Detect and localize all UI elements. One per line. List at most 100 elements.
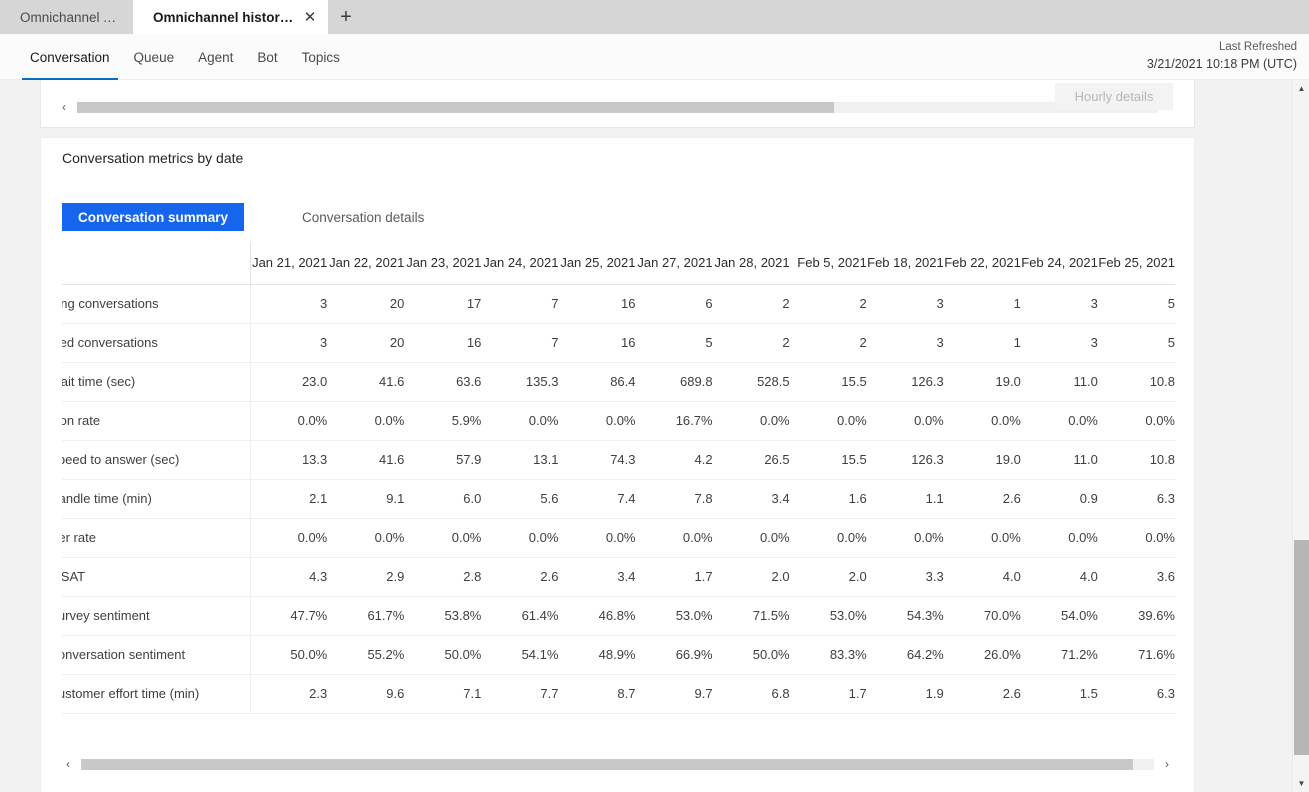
table-cell: 26.0% xyxy=(943,635,1021,675)
table-cell: 41.6 xyxy=(327,440,405,480)
last-refreshed: Last Refreshed 3/21/2021 10:18 PM (UTC) xyxy=(1147,39,1297,73)
table-cell: 16 xyxy=(404,323,482,363)
browser-tab-title: Omnichannel Age... xyxy=(20,9,121,25)
table-cell: 2 xyxy=(712,284,790,324)
close-icon[interactable]: ✕ xyxy=(300,7,320,27)
plus-icon[interactable]: + xyxy=(328,0,364,34)
table-cell: 126.3 xyxy=(866,440,944,480)
nav-tab-label: Conversation xyxy=(30,49,110,65)
column-header-date: Jan 28, 2021 xyxy=(712,242,790,285)
chevron-right-icon[interactable]: › xyxy=(1154,753,1180,775)
chevron-left-icon[interactable]: ‹ xyxy=(51,96,77,118)
table-cell: 53.0% xyxy=(789,596,867,636)
hscroll-thumb[interactable] xyxy=(77,101,834,113)
table-cell: 16 xyxy=(558,323,636,363)
metrics-table-hscrollbar[interactable]: ‹ › xyxy=(55,753,1180,775)
pivot-conversation-summary[interactable]: Conversation summary xyxy=(62,203,244,231)
table-cell: 1.9 xyxy=(866,674,944,714)
table-cell: 5 xyxy=(1097,323,1175,363)
table-cell: 71.2% xyxy=(1020,635,1098,675)
table-cell: 0.0% xyxy=(558,518,636,558)
table-cell: 10.8 xyxy=(1097,440,1175,480)
browser-tab-strip: Omnichannel Age... Omnichannel historica… xyxy=(0,0,1309,34)
table-cell: 3 xyxy=(250,284,328,324)
table-cell: 5.6 xyxy=(481,479,559,519)
nav-tab-label: Bot xyxy=(257,49,278,65)
table-cell: 1.7 xyxy=(789,674,867,714)
metrics-table-scroll-area: Jan 21, 2021 Jan 22, 2021 Jan 23, 2021 Jan … xyxy=(62,242,1175,767)
conversation-metrics-card: Conversation metrics by date Hourly deta… xyxy=(40,83,1195,792)
hscroll-track[interactable] xyxy=(77,101,1158,113)
table-cell: 0.0% xyxy=(250,401,328,441)
browser-tab-active[interactable]: Omnichannel historical an... ✕ xyxy=(133,0,328,34)
table-cell: 50.0% xyxy=(250,635,328,675)
tab-bot[interactable]: Bot xyxy=(245,34,289,80)
chevron-up-icon[interactable]: ▲ xyxy=(1293,80,1309,97)
table-cell: 3.4 xyxy=(712,479,790,519)
table-cell: 0.0% xyxy=(1020,401,1098,441)
tab-queue[interactable]: Queue xyxy=(122,34,187,80)
hourly-details-button[interactable]: Hourly details xyxy=(1055,83,1173,110)
column-header-date: Feb 18, 2021 xyxy=(866,242,944,285)
table-cell: 3.4 xyxy=(558,557,636,597)
table-cell: 3.6 xyxy=(1097,557,1175,597)
table-cell: 1 xyxy=(943,284,1021,324)
column-header-date: Feb 25, 2021 xyxy=(1097,242,1175,285)
table-cell: 4.3 xyxy=(250,557,328,597)
table-cell: 2 xyxy=(789,323,867,363)
table-cell: 7.7 xyxy=(481,674,559,714)
table-row: Transfer rate0.0%0.0%0.0%0.0%0.0%0.0%0.0… xyxy=(62,518,1175,558)
table-cell: 1.5 xyxy=(1020,674,1098,714)
tab-topics[interactable]: Topics xyxy=(290,34,352,80)
table-cell: 64.2% xyxy=(866,635,944,675)
browser-tab-inactive[interactable]: Omnichannel Age... xyxy=(0,0,133,34)
row-header-metric: Avg. customer effort time (min) xyxy=(62,674,251,714)
table-cell: 70.0% xyxy=(943,596,1021,636)
pivot-conversation-details[interactable]: Conversation details xyxy=(284,203,442,231)
chevron-down-icon[interactable]: ▼ xyxy=(1293,775,1309,792)
table-cell: 54.0% xyxy=(1020,596,1098,636)
hscroll-track[interactable] xyxy=(81,758,1154,770)
table-cell: 39.6% xyxy=(1097,596,1175,636)
table-cell: 54.1% xyxy=(481,635,559,675)
table-cell: 5.9% xyxy=(404,401,482,441)
table-cell: 126.3 xyxy=(866,362,944,402)
column-header-date: Jan 21, 2021 xyxy=(250,242,328,285)
table-cell: 689.8 xyxy=(635,362,713,402)
row-header-metric: Engaged conversations xyxy=(62,323,251,363)
table-cell: 2.6 xyxy=(943,674,1021,714)
table-cell: 0.0% xyxy=(1097,401,1175,441)
table-cell: 2.1 xyxy=(250,479,328,519)
row-header-metric: Avg. conversation sentiment xyxy=(62,635,251,675)
table-cell: 7 xyxy=(481,284,559,324)
hscroll-thumb[interactable] xyxy=(81,758,1133,770)
table-cell: 15.5 xyxy=(789,362,867,402)
table-cell: 5 xyxy=(635,323,713,363)
table-cell: 26.5 xyxy=(712,440,790,480)
column-header-date: Jan 27, 2021 xyxy=(635,242,713,285)
table-cell: 0.0% xyxy=(712,518,790,558)
column-header-date: Jan 23, 2021 xyxy=(404,242,482,285)
table-cell: 2.8 xyxy=(404,557,482,597)
table-cell: 57.9 xyxy=(404,440,482,480)
row-header-metric: Avg. wait time (sec) xyxy=(62,362,251,402)
vscroll-thumb[interactable] xyxy=(1294,540,1309,755)
table-cell: 0.0% xyxy=(327,518,405,558)
row-header-corner xyxy=(62,242,251,285)
page-vscrollbar[interactable]: ▲ ▼ xyxy=(1292,80,1309,792)
table-cell: 3 xyxy=(1020,284,1098,324)
table-cell: 19.0 xyxy=(943,362,1021,402)
column-header-date: Jan 25, 2021 xyxy=(558,242,636,285)
table-cell: 0.0% xyxy=(943,401,1021,441)
table-cell: 7.8 xyxy=(635,479,713,519)
tab-agent[interactable]: Agent xyxy=(186,34,245,80)
table-cell: 20 xyxy=(327,284,405,324)
table-row: Avg. wait time (sec)23.041.663.6135.386.… xyxy=(62,362,1175,402)
tab-conversation[interactable]: Conversation xyxy=(18,34,122,80)
table-cell: 48.9% xyxy=(558,635,636,675)
row-header-metric: Avg. speed to answer (sec) xyxy=(62,440,251,480)
table-cell: 23.0 xyxy=(250,362,328,402)
table-cell: 11.0 xyxy=(1020,440,1098,480)
chevron-left-icon[interactable]: ‹ xyxy=(55,753,81,775)
previous-card-hscrollbar[interactable]: ‹ › xyxy=(51,96,1184,118)
